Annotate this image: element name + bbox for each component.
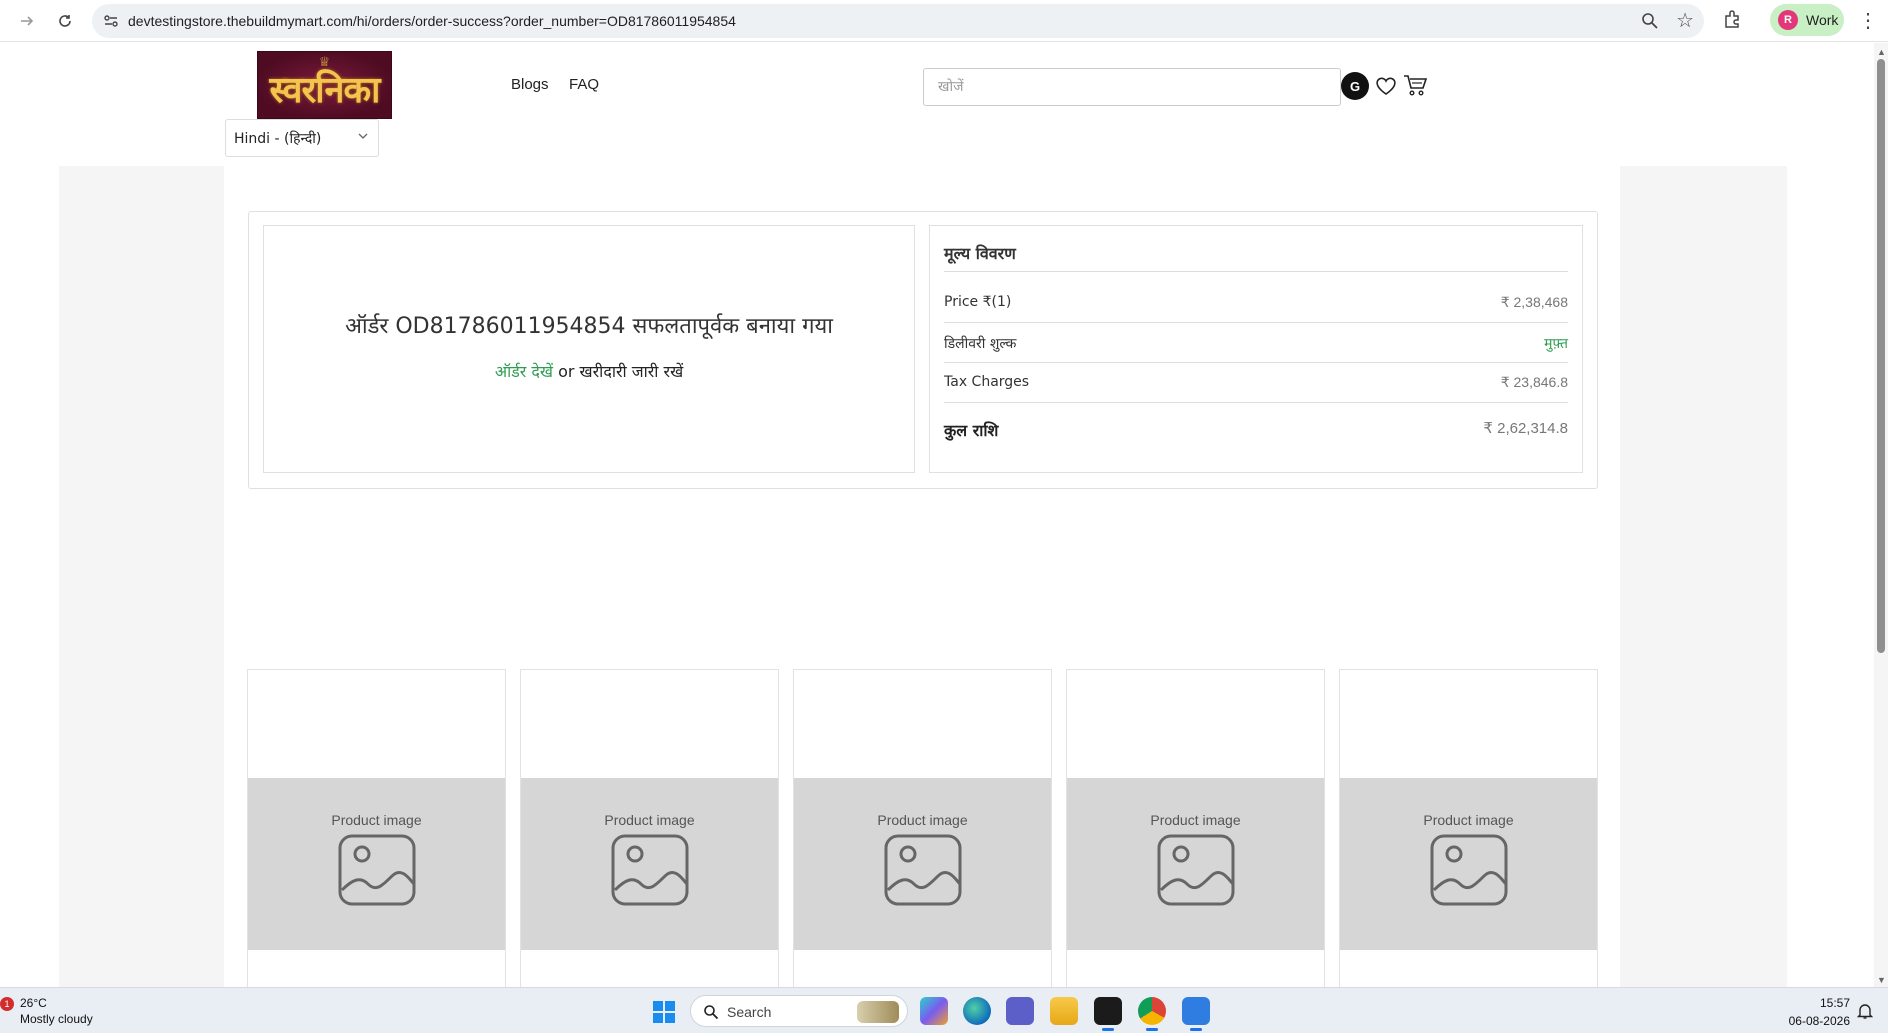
main-content: ऑर्डर OD81786011954854 सफलतापूर्वक बनाया… — [224, 166, 1620, 987]
product-card[interactable]: Product image — [1066, 669, 1325, 987]
file-explorer-icon[interactable] — [1050, 997, 1078, 1025]
order-success-box: ऑर्डर OD81786011954854 सफलतापूर्वक बनाया… — [263, 225, 915, 473]
divider — [944, 402, 1568, 403]
order-actions: ऑर्डर देखें or खरीदारी जारी रखें — [264, 360, 914, 382]
weather-badge: 1 — [0, 997, 14, 1011]
price-details-heading: मूल्य विवरण — [944, 244, 1016, 263]
url-text[interactable]: devtestingstore.thebuildmymart.com/hi/or… — [128, 13, 736, 29]
cart-icon[interactable] — [1402, 72, 1428, 98]
clock-date: 06-08-2026 — [1788, 1014, 1850, 1028]
site-info-icon[interactable] — [102, 12, 120, 30]
notification-bell-icon[interactable] — [1856, 1002, 1874, 1020]
user-avatar[interactable]: G — [1341, 72, 1369, 100]
weather-condition: Mostly cloudy — [20, 1012, 93, 1026]
edge-icon[interactable] — [963, 997, 991, 1025]
nav-blogs-link[interactable]: Blogs — [511, 76, 549, 93]
product-image-placeholder: Product image — [1340, 778, 1597, 950]
divider — [944, 362, 1568, 363]
product-image-label: Product image — [1150, 812, 1241, 828]
scroll-up-icon[interactable]: ▲ — [1877, 47, 1886, 57]
product-image-label: Product image — [1423, 812, 1514, 828]
site-header: ♕ स्वरनिका Blogs FAQ G Hindi - (हिन्दी) — [0, 43, 1874, 166]
language-value: Hindi - (हिन्दी) — [234, 131, 322, 147]
delivery-row: डिलीवरी शुल्क मुफ़्त — [944, 334, 1568, 354]
product-image-placeholder: Product image — [521, 778, 778, 950]
logo-text: स्वरनिका — [269, 68, 380, 111]
chevron-down-icon — [358, 132, 368, 143]
product-image-placeholder: Product image — [1067, 778, 1324, 950]
page-scrollbar[interactable]: ▲ ▼ — [1874, 43, 1888, 987]
total-label: कुल राशि — [944, 421, 999, 440]
product-card[interactable]: Product image — [793, 669, 1052, 987]
tax-row: Tax Charges ₹ 23,846.8 — [944, 374, 1568, 394]
profile-avatar: R — [1778, 10, 1798, 30]
teams-icon[interactable] — [1006, 997, 1034, 1025]
order-success-title: ऑर्डर OD81786011954854 सफलतापूर्वक बनाया… — [345, 314, 833, 339]
nav-faq-link[interactable]: FAQ — [569, 76, 599, 93]
terminal-icon[interactable] — [1094, 997, 1122, 1031]
forward-arrow-icon[interactable] — [12, 6, 42, 36]
product-image-label: Product image — [877, 812, 968, 828]
weather-temperature: 26°C — [20, 996, 47, 1010]
address-bar[interactable]: devtestingstore.thebuildmymart.com/hi/or… — [92, 4, 1704, 38]
or-text: or — [558, 362, 575, 381]
divider — [944, 271, 1568, 272]
product-card[interactable]: Product image — [247, 669, 506, 987]
search-input[interactable] — [924, 69, 1340, 105]
price-value: ₹ 2,38,468 — [1500, 294, 1568, 310]
order-summary-card: ऑर्डर OD81786011954854 सफलतापूर्वक बनाया… — [248, 211, 1598, 489]
clock-time: 15:57 — [1819, 996, 1850, 1010]
logo[interactable]: ♕ स्वरनिका — [257, 51, 392, 119]
product-image-placeholder: Product image — [794, 778, 1051, 950]
tax-label: Tax Charges — [944, 374, 1030, 390]
delivery-label: डिलीवरी शुल्क — [944, 336, 1017, 352]
scrollbar-thumb[interactable] — [1877, 59, 1885, 653]
image-placeholder-icon — [1430, 834, 1508, 906]
price-label: Price ₹(1) — [944, 294, 1012, 310]
chrome-icon[interactable] — [1138, 997, 1166, 1031]
taskbar-search[interactable]: Search — [690, 995, 908, 1027]
tax-value: ₹ 23,846.8 — [1500, 374, 1568, 390]
scroll-down-icon[interactable]: ▼ — [1877, 975, 1886, 985]
image-placeholder-icon — [884, 834, 962, 906]
product-card[interactable]: Product image — [1339, 669, 1598, 987]
search-box — [923, 68, 1341, 106]
delivery-value: मुफ़्त — [1544, 336, 1568, 352]
page-viewport: ♕ स्वरनिका Blogs FAQ G Hindi - (हिन्दी) … — [0, 43, 1874, 987]
extensions-icon[interactable] — [1722, 8, 1744, 30]
system-clock[interactable]: 15:57 06-08-2026 — [1782, 996, 1850, 1028]
total-value: ₹ 2,62,314.8 — [1483, 420, 1568, 437]
price-row: Price ₹(1) ₹ 2,38,468 — [944, 294, 1568, 314]
language-select[interactable]: Hindi - (हिन्दी) — [225, 119, 379, 157]
product-image-placeholder: Product image — [248, 778, 505, 950]
product-card[interactable]: Product image — [520, 669, 779, 987]
view-order-link[interactable]: ऑर्डर देखें — [495, 362, 553, 381]
reload-icon[interactable] — [50, 6, 80, 36]
crown-icon: ♕ — [318, 54, 331, 69]
search-highlight-image — [857, 1001, 899, 1023]
search-icon — [703, 1004, 719, 1020]
continue-shopping-link[interactable]: खरीदारी जारी रखें — [580, 362, 684, 381]
profile-name: Work — [1806, 12, 1839, 28]
windows-taskbar: 1 26°C Mostly cloudy Search 15:57 06-08-… — [0, 987, 1888, 1033]
image-placeholder-icon — [611, 834, 689, 906]
total-row: कुल राशि ₹ 2,62,314.8 — [944, 419, 1568, 440]
product-image-label: Product image — [331, 812, 422, 828]
kebab-menu-icon[interactable]: ⋮ — [1856, 6, 1880, 36]
star-icon[interactable]: ☆ — [1676, 9, 1694, 33]
heart-icon[interactable] — [1374, 74, 1398, 98]
taskbar-search-label: Search — [727, 1004, 772, 1020]
price-details-box: मूल्य विवरण Price ₹(1) ₹ 2,38,468 डिलीवर… — [929, 225, 1583, 473]
zoom-icon[interactable] — [1640, 11, 1660, 31]
copilot-icon[interactable] — [920, 997, 948, 1025]
browser-toolbar: devtestingstore.thebuildmymart.com/hi/or… — [0, 0, 1888, 42]
divider — [944, 322, 1568, 323]
image-placeholder-icon — [338, 834, 416, 906]
profile-button[interactable]: R Work — [1770, 4, 1844, 36]
notepad-icon[interactable] — [1182, 997, 1210, 1031]
image-placeholder-icon — [1157, 834, 1235, 906]
windows-start-icon[interactable] — [652, 1000, 676, 1024]
product-image-label: Product image — [604, 812, 695, 828]
